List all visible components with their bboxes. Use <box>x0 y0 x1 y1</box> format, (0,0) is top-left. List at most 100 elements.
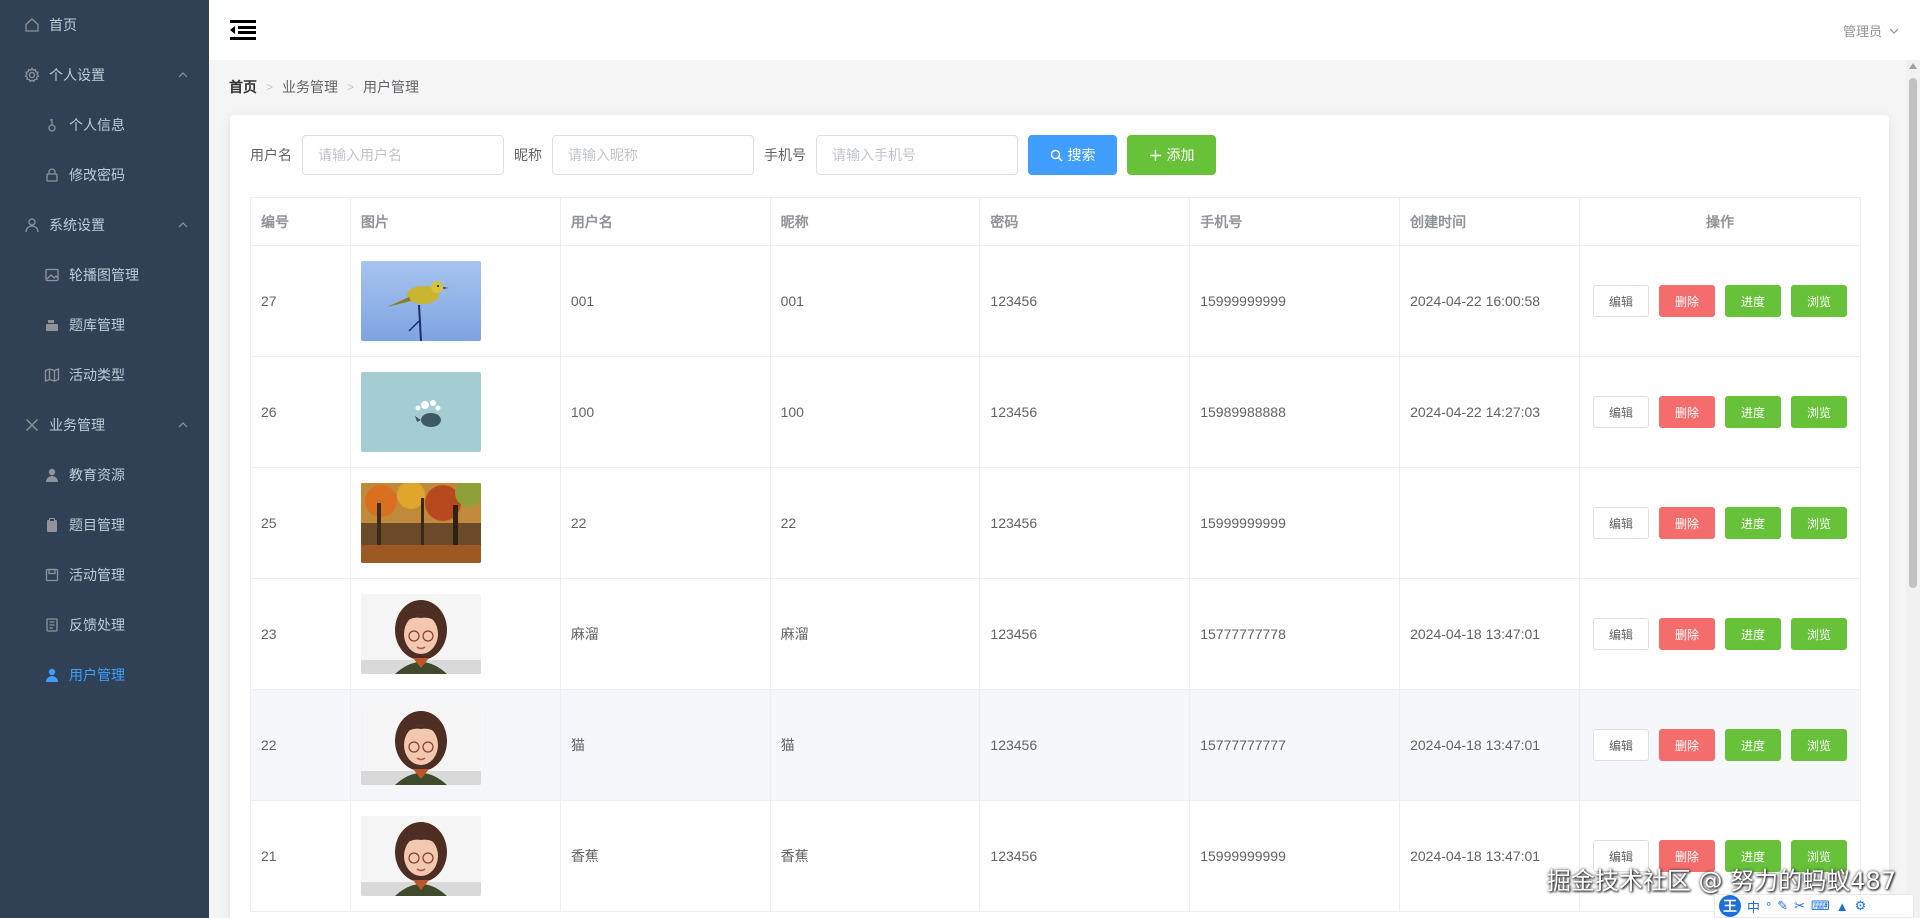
nickname-input[interactable] <box>552 135 754 175</box>
username-input[interactable] <box>302 135 504 175</box>
table-row[interactable]: 25 22 22 123456 15999999999 编辑 删除 进度 浏览 <box>250 467 1862 579</box>
sidebar-item-change-password[interactable]: 修改密码 <box>0 150 209 200</box>
cell-password: 123456 <box>979 578 1191 690</box>
delete-button[interactable]: 删除 <box>1658 507 1715 539</box>
cell-actions: 编辑 删除 进度 浏览 <box>1578 245 1862 357</box>
ime-scissors-icon[interactable]: ✂ <box>1794 898 1805 914</box>
cell-nickname: 100 <box>769 356 981 468</box>
table-row[interactable]: 22 猫猫 123456 15777777777 2024-04-18 13:47:01… <box>250 689 1862 801</box>
phone-input[interactable] <box>816 135 1018 175</box>
sidebar-item-label: 修改密码 <box>69 167 125 183</box>
sidebar: 首页 个人设置 个人信息 修改密码 系统设置 轮播图管理 题库管理 活动类型 业… <box>0 0 209 918</box>
edit-button[interactable]: 编辑 <box>1592 285 1649 317</box>
progress-button[interactable]: 进度 <box>1724 285 1781 317</box>
scrollbar-thumb[interactable] <box>1909 78 1917 588</box>
row-thumbnail <box>360 372 481 452</box>
delete-button[interactable]: 删除 <box>1658 618 1715 650</box>
add-button-label: 添加 <box>1166 147 1195 163</box>
search-button-label: 搜索 <box>1067 147 1096 163</box>
person-icon <box>44 667 60 683</box>
cell-id: 27 <box>250 245 351 357</box>
table-row[interactable]: 23 麻溜 麻溜 123456 15777777778 2024-04-18 13:47:… <box>250 578 1862 690</box>
breadcrumb-item: 用户管理 <box>363 79 420 95</box>
breadcrumb-item[interactable]: 首页 <box>229 77 257 97</box>
table-row[interactable]: 26 100 100 123456 15989988888 2024-04-22 14:2… <box>250 356 1862 468</box>
cell-created: 2024-04-18 13:47:01 <box>1399 578 1580 690</box>
edit-button[interactable]: 编辑 <box>1592 507 1649 539</box>
view-button[interactable]: 浏览 <box>1790 618 1847 650</box>
view-button[interactable]: 浏览 <box>1790 729 1847 761</box>
box-icon <box>44 317 60 333</box>
cell-username: 100 <box>559 356 771 468</box>
sidebar-item-carousel[interactable]: 轮播图管理 <box>0 250 209 300</box>
view-button[interactable]: 浏览 <box>1790 396 1847 428</box>
sidebar-item-label: 题目管理 <box>69 517 125 533</box>
delete-button[interactable]: 删除 <box>1658 285 1715 317</box>
gear-icon <box>24 67 40 83</box>
sidebar-item-feedback[interactable]: 反馈处理 <box>0 600 209 650</box>
cell-nickname: 麻溜 <box>769 578 981 690</box>
sidebar-item-personal-info[interactable]: 个人信息 <box>0 100 209 150</box>
sidebar-item-label: 业务管理 <box>49 417 105 433</box>
cell-password: 123456 <box>979 245 1191 357</box>
sidebar-item-user-management[interactable]: 用户管理 <box>0 650 209 700</box>
scroll-up-arrow-icon[interactable] <box>1909 63 1917 69</box>
progress-button[interactable]: 进度 <box>1724 396 1781 428</box>
ime-pen-icon[interactable]: ✎ <box>1777 898 1788 914</box>
chevron-up-icon <box>178 422 188 428</box>
ime-mode[interactable]: 中 <box>1747 897 1760 916</box>
user-table: 编号 图片 用户名 昵称 密码 手机号 创建时间 操作 27 001 001 1234… <box>250 197 1862 912</box>
ime-settings-icon[interactable]: ⚙ <box>1855 898 1867 914</box>
sidebar-item-activity-type[interactable]: 活动类型 <box>0 350 209 400</box>
cell-id: 23 <box>250 578 351 690</box>
sidebar-item-business[interactable]: 业务管理 <box>0 400 209 450</box>
sidebar-item-label: 活动管理 <box>69 567 125 583</box>
sidebar-item-system-settings[interactable]: 系统设置 <box>0 200 209 250</box>
cell-actions: 编辑 删除 进度 浏览 <box>1578 689 1862 801</box>
sidebar-item-questions[interactable]: 题目管理 <box>0 500 209 550</box>
cell-username: 猫 <box>559 689 771 801</box>
cell-created: 2024-04-18 13:47:01 <box>1399 689 1580 801</box>
cell-phone: 15999999999 <box>1189 800 1401 912</box>
view-button[interactable]: 浏览 <box>1790 507 1847 539</box>
row-thumbnail <box>360 594 481 674</box>
delete-button[interactable]: 删除 <box>1658 729 1715 761</box>
user-dropdown[interactable]: 管理员 <box>1843 21 1900 40</box>
progress-button[interactable]: 进度 <box>1724 729 1781 761</box>
ime-punct-icon[interactable]: ° <box>1766 899 1771 914</box>
cell-username: 麻溜 <box>559 578 771 690</box>
ime-keyboard-icon[interactable]: ⌨ <box>1811 898 1830 914</box>
plus-icon <box>1149 149 1162 162</box>
sidebar-item-question-bank[interactable]: 题库管理 <box>0 300 209 350</box>
sidebar-item-activities[interactable]: 活动管理 <box>0 550 209 600</box>
edit-button[interactable]: 编辑 <box>1592 396 1649 428</box>
add-button[interactable]: 添加 <box>1127 135 1216 175</box>
progress-button[interactable]: 进度 <box>1724 618 1781 650</box>
ime-shirt-icon[interactable]: ▲ <box>1836 899 1849 914</box>
view-button[interactable]: 浏览 <box>1790 285 1847 317</box>
delete-button[interactable]: 删除 <box>1658 396 1715 428</box>
cell-username: 001 <box>559 245 771 357</box>
clipboard-icon <box>44 517 60 533</box>
menu-toggle-icon[interactable] <box>229 18 257 42</box>
sidebar-item-home[interactable]: 首页 <box>0 0 209 50</box>
person-icon <box>44 467 60 483</box>
search-button[interactable]: 搜索 <box>1028 135 1117 175</box>
home-icon <box>24 17 40 33</box>
cell-password: 123456 <box>979 689 1191 801</box>
cell-password: 123456 <box>979 467 1191 579</box>
progress-button[interactable]: 进度 <box>1724 507 1781 539</box>
cell-id: 21 <box>250 800 351 912</box>
table-header-row: 编号 图片 用户名 昵称 密码 手机号 创建时间 操作 <box>250 197 1862 246</box>
row-thumbnail <box>360 816 481 896</box>
column-header: 操作 <box>1578 197 1862 246</box>
sidebar-item-label: 首页 <box>49 17 77 33</box>
table-row[interactable]: 27 001 001 123456 15999999999 2024-04-22 16:0… <box>250 245 1862 357</box>
sidebar-item-personal-settings[interactable]: 个人设置 <box>0 50 209 100</box>
edit-button[interactable]: 编辑 <box>1592 618 1649 650</box>
ime-logo[interactable]: 王 <box>1719 895 1741 917</box>
map-icon <box>44 367 60 383</box>
edit-button[interactable]: 编辑 <box>1592 729 1649 761</box>
breadcrumb-item: 业务管理 <box>282 79 339 95</box>
sidebar-item-education[interactable]: 教育资源 <box>0 450 209 500</box>
